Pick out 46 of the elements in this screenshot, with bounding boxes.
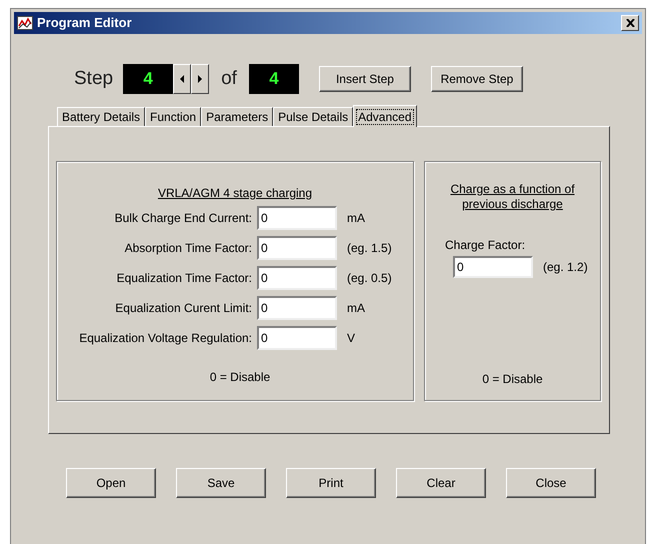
input-field[interactable]: 0 <box>257 296 337 320</box>
dialog-button[interactable]: Open <box>66 468 156 498</box>
field-label: Charge Factor: <box>445 237 526 254</box>
dialog-button[interactable]: Close <box>506 468 596 498</box>
left-arrow-icon <box>180 75 184 83</box>
step-label: Step <box>74 66 114 91</box>
total-steps-display: 4 <box>248 64 299 94</box>
field-label: Equalization Curent Limit: <box>114 300 253 317</box>
right-arrow-icon <box>198 75 202 83</box>
step-button[interactable]: Insert Step <box>318 66 411 92</box>
dialog-button[interactable]: Clear <box>396 468 486 498</box>
tab[interactable]: Pulse Details <box>273 107 354 126</box>
note-text: 0 = Disable <box>481 371 544 388</box>
next-step-button[interactable] <box>191 64 210 94</box>
field-label: Absorption Time Factor: <box>124 240 253 257</box>
input-field[interactable]: 0 <box>257 236 337 260</box>
group-title: VRLA/AGM 4 stage charging <box>158 185 312 202</box>
unit-label: (eg. 1.2) <box>543 259 588 276</box>
step-button[interactable]: Remove Step <box>430 66 523 92</box>
field-label: Equalization Voltage Regulation: <box>78 330 253 347</box>
of-label: of <box>221 66 237 91</box>
close-icon <box>626 19 634 27</box>
dialog-button[interactable]: Save <box>176 468 266 498</box>
dialog-button[interactable]: Print <box>286 468 376 498</box>
close-button[interactable] <box>621 15 639 31</box>
input-field[interactable]: 0 <box>453 256 533 278</box>
unit-label: mA <box>347 300 365 317</box>
unit-label: (eg. 0.5) <box>347 270 392 287</box>
tab[interactable]: Parameters <box>201 107 274 126</box>
window-title: Program Editor <box>37 14 132 32</box>
field-label: Equalization Time Factor: <box>116 270 253 287</box>
tab[interactable]: Function <box>145 107 202 126</box>
previous-step-button[interactable] <box>173 64 192 94</box>
chart-icon <box>17 16 33 30</box>
field-label: Bulk Charge End Current: <box>114 210 253 227</box>
input-field[interactable]: 0 <box>257 326 337 350</box>
tab[interactable]: Battery Details <box>57 107 146 126</box>
input-field[interactable]: 0 <box>257 206 337 230</box>
unit-label: (eg. 1.5) <box>347 240 392 257</box>
unit-label: mA <box>347 210 365 227</box>
group-title: Charge as a function of previous discharge <box>449 182 576 212</box>
step-display: 4 <box>123 64 174 94</box>
tab[interactable]: Advanced <box>353 105 416 127</box>
unit-label: V <box>347 330 356 347</box>
input-field[interactable]: 0 <box>257 266 337 290</box>
note-text: 0 = Disable <box>210 369 270 386</box>
